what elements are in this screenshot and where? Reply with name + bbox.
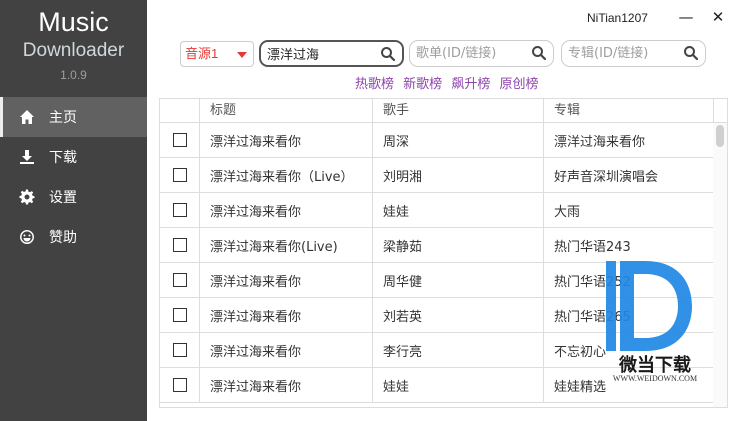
chart-link-rising[interactable]: 飙升榜 — [451, 77, 490, 92]
row-artist: 周华健 — [373, 263, 544, 297]
row-check-cell — [160, 193, 200, 227]
minimize-button[interactable]: — — [676, 7, 696, 27]
row-artist: 娃娃 — [373, 368, 544, 402]
table-row[interactable]: 漂洋过海来看你（Live） 刘明湘 好声音深圳演唱会 — [160, 158, 727, 193]
row-title: 漂洋过海来看你 — [200, 333, 373, 367]
row-checkbox[interactable] — [172, 203, 187, 217]
row-album: 漂洋过海来看你 — [544, 123, 714, 157]
app-version: 1.0.9 — [60, 68, 87, 82]
album-search-input[interactable] — [562, 41, 679, 66]
download-icon — [17, 147, 37, 167]
row-check-cell — [160, 263, 200, 297]
chart-link-new[interactable]: 新歌榜 — [403, 77, 442, 92]
sidebar-nav: 主页 下载 设置 赞助 — [0, 97, 147, 257]
album-search-box[interactable] — [561, 40, 706, 67]
table-header: 标题 歌手 专辑 — [160, 99, 727, 123]
row-checkbox[interactable] — [172, 308, 187, 322]
row-artist: 刘若英 — [373, 298, 544, 332]
sidebar-item-download[interactable]: 下载 — [0, 137, 147, 177]
scrollbar-thumb[interactable] — [716, 125, 724, 147]
row-artist: 娃娃 — [373, 193, 544, 227]
song-search-box[interactable] — [259, 40, 404, 67]
row-title: 漂洋过海来看你 — [200, 263, 373, 297]
sidebar: Music Downloader 1.0.9 主页 下载 设置 赞助 — [0, 0, 147, 421]
row-check-cell — [160, 158, 200, 192]
sidebar-item-label: 设置 — [49, 190, 77, 206]
table-row[interactable]: 漂洋过海来看你 娃娃 大雨 — [160, 193, 727, 228]
row-check-cell — [160, 333, 200, 367]
search-icon[interactable] — [531, 45, 549, 63]
table-row[interactable]: 漂洋过海来看你 周深 漂洋过海来看你 — [160, 123, 727, 158]
header-title[interactable]: 标题 — [200, 99, 373, 122]
sidebar-item-settings[interactable]: 设置 — [0, 177, 147, 217]
gear-icon — [17, 187, 37, 207]
watermark-logo: 微当下载 WWW.WEIDOWN.COM — [600, 256, 710, 391]
row-checkbox[interactable] — [172, 343, 187, 357]
caret-down-icon — [237, 52, 247, 58]
row-checkbox[interactable] — [172, 273, 187, 287]
app-title: Music — [38, 7, 109, 37]
scrollbar[interactable] — [713, 123, 727, 407]
row-artist: 周深 — [373, 123, 544, 157]
user-name[interactable]: NiTian1207 — [587, 11, 648, 25]
close-button[interactable]: ✕ — [708, 7, 728, 27]
header-check — [160, 99, 200, 122]
source-select[interactable]: 音源1 — [180, 41, 254, 67]
home-icon — [17, 107, 37, 127]
sidebar-item-label: 赞助 — [49, 230, 77, 246]
watermark-url: WWW.WEIDOWN.COM — [612, 374, 698, 383]
row-check-cell — [160, 123, 200, 157]
row-artist: 刘明湘 — [373, 158, 544, 192]
header-album[interactable]: 专辑 — [544, 99, 714, 122]
chart-links: 热歌榜 新歌榜 飙升榜 原创榜 — [355, 73, 543, 92]
row-check-cell — [160, 368, 200, 402]
row-album: 大雨 — [544, 193, 714, 227]
row-checkbox[interactable] — [172, 133, 187, 147]
row-title: 漂洋过海来看你 — [200, 298, 373, 332]
row-title: 漂洋过海来看你（Live） — [200, 158, 373, 192]
chart-link-hot[interactable]: 热歌榜 — [355, 77, 394, 92]
smile-icon — [17, 227, 37, 247]
sidebar-item-label: 下载 — [49, 150, 77, 166]
row-title: 漂洋过海来看你 — [200, 368, 373, 402]
row-check-cell — [160, 298, 200, 332]
row-checkbox[interactable] — [172, 238, 187, 252]
app-subtitle: Downloader — [22, 40, 125, 61]
row-title: 漂洋过海来看你 — [200, 123, 373, 157]
sidebar-item-label: 主页 — [49, 110, 77, 126]
row-artist: 李行亮 — [373, 333, 544, 367]
sidebar-item-home[interactable]: 主页 — [0, 97, 147, 137]
row-album: 好声音深圳演唱会 — [544, 158, 714, 192]
row-checkbox[interactable] — [172, 168, 187, 182]
playlist-search-input[interactable] — [410, 41, 527, 66]
row-checkbox[interactable] — [172, 378, 187, 392]
row-check-cell — [160, 228, 200, 262]
watermark-d-icon — [606, 261, 692, 351]
chart-link-original[interactable]: 原创榜 — [499, 77, 538, 92]
header-artist[interactable]: 歌手 — [373, 99, 544, 122]
sidebar-item-donate[interactable]: 赞助 — [0, 217, 147, 257]
source-select-value: 音源1 — [185, 46, 219, 61]
row-title: 漂洋过海来看你 — [200, 193, 373, 227]
playlist-search-box[interactable] — [409, 40, 554, 67]
row-artist: 梁静茹 — [373, 228, 544, 262]
song-search-input[interactable] — [261, 42, 376, 65]
search-icon[interactable] — [380, 46, 398, 64]
row-title: 漂洋过海来看你(Live) — [200, 228, 373, 262]
search-icon[interactable] — [683, 45, 701, 63]
